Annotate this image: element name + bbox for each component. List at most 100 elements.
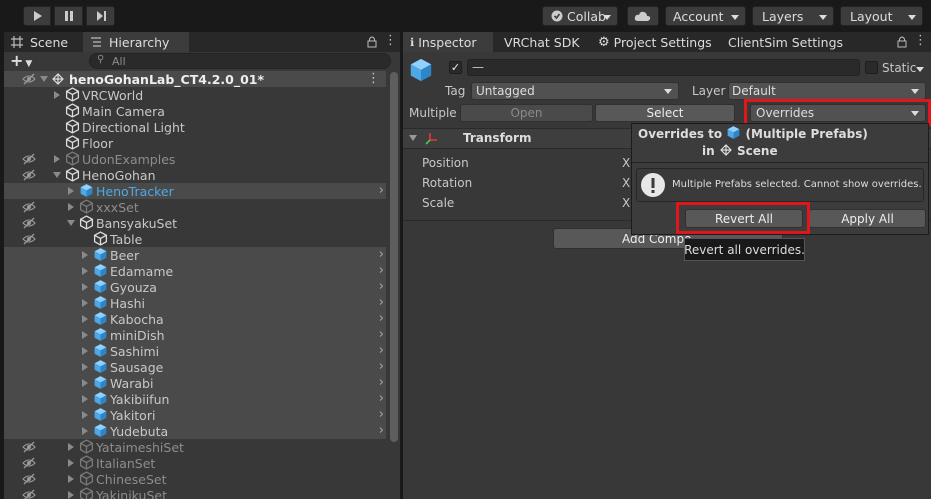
static-checkbox[interactable] [865, 61, 878, 74]
fold-closed-icon[interactable] [68, 187, 74, 195]
fold-closed-icon[interactable] [68, 475, 74, 483]
list-item[interactable]: Gyouza › [4, 279, 386, 295]
list-item[interactable]: Floor [4, 135, 386, 151]
fold-closed-icon[interactable] [68, 491, 74, 499]
lock-icon[interactable] [896, 35, 908, 48]
layers-dropdown[interactable]: Layers [752, 6, 834, 26]
eye-off-icon[interactable] [22, 152, 36, 166]
play-button[interactable] [23, 6, 51, 26]
panel-menu-icon[interactable]: ⋮ [384, 33, 397, 48]
tab-scene[interactable]: Scene [4, 32, 81, 52]
layer-dropdown[interactable]: Default [728, 82, 926, 100]
fold-closed-icon[interactable] [68, 459, 74, 467]
list-item[interactable]: Directional Light [4, 119, 386, 135]
list-item[interactable]: Kabocha › [4, 311, 386, 327]
list-item[interactable]: Yakibiifun › [4, 391, 386, 407]
tab-inspector[interactable]: ℹ Inspector [403, 32, 493, 52]
apply-all-button[interactable]: Apply All [809, 209, 926, 228]
list-item[interactable]: Main Camera [4, 103, 386, 119]
tab-hierarchy[interactable]: Hierarchy [83, 32, 189, 52]
list-item[interactable]: HenoTracker › [4, 183, 386, 199]
select-button[interactable]: Select [595, 104, 735, 122]
list-item[interactable]: Beer › [4, 247, 386, 263]
pause-button[interactable] [54, 6, 83, 26]
fold-closed-icon[interactable] [68, 203, 74, 211]
fold-open-icon[interactable] [53, 172, 61, 178]
list-item[interactable]: Table [4, 231, 386, 247]
open-button[interactable]: Open [460, 104, 593, 122]
list-item[interactable]: Sausage › [4, 359, 386, 375]
tab-vrchat-sdk[interactable]: VRChat SDK [504, 32, 580, 52]
account-dropdown[interactable]: Account [665, 6, 746, 26]
chevron-right-icon[interactable]: › [379, 344, 384, 357]
list-item[interactable]: VRCWorld [4, 87, 386, 103]
tab-clientsim-settings[interactable]: ClientSim Settings [728, 32, 843, 52]
list-item[interactable]: Hashi › [4, 295, 386, 311]
fold-closed-icon[interactable] [54, 155, 60, 163]
fold-closed-icon[interactable] [82, 347, 88, 355]
list-item[interactable]: miniDish › [4, 327, 386, 343]
eye-off-icon[interactable] [22, 72, 36, 86]
name-field[interactable]: — [467, 59, 860, 76]
list-item[interactable]: YataimeshiSet [4, 439, 386, 455]
add-button[interactable]: + ▼ [10, 51, 32, 70]
list-item[interactable]: Edamame › [4, 263, 386, 279]
collab-dropdown[interactable]: Collab [542, 6, 618, 26]
scrollbar-thumb[interactable] [390, 72, 398, 442]
chevron-right-icon[interactable]: › [379, 376, 384, 389]
chevron-right-icon[interactable]: › [379, 248, 384, 261]
fold-closed-icon[interactable] [82, 395, 88, 403]
chevron-right-icon[interactable]: › [379, 408, 384, 421]
list-item[interactable]: HenoGohan [4, 167, 386, 183]
list-item[interactable]: BansyakuSet [4, 215, 386, 231]
fold-closed-icon[interactable] [82, 283, 88, 291]
list-item[interactable]: ItalianSet [4, 455, 386, 471]
tab-project-settings[interactable]: ⚙ Project Settings [598, 32, 712, 52]
chevron-right-icon[interactable]: › [379, 184, 384, 197]
list-item[interactable]: Yakitori › [4, 407, 386, 423]
chevron-right-icon[interactable]: › [379, 296, 384, 309]
scene-root-row[interactable]: henoGohanLab_CT4.2.0_01* ⋮ [4, 71, 386, 87]
eye-off-icon[interactable] [22, 232, 36, 246]
active-checkbox[interactable]: ✓ [449, 61, 462, 74]
fold-closed-icon[interactable] [82, 251, 88, 259]
step-button[interactable] [86, 6, 115, 26]
chevron-right-icon[interactable]: › [379, 392, 384, 405]
fold-open-icon[interactable] [409, 135, 417, 141]
eye-off-icon[interactable] [22, 168, 36, 182]
search-input[interactable]: ⚲ All [89, 53, 391, 69]
list-item[interactable]: Yudebuta › [4, 423, 386, 439]
list-item[interactable]: xxxSet [4, 199, 386, 215]
fold-open-icon[interactable] [40, 76, 48, 82]
list-item[interactable]: ChineseSet [4, 471, 386, 487]
chevron-right-icon[interactable]: › [379, 280, 384, 293]
fold-closed-icon[interactable] [82, 427, 88, 435]
fold-closed-icon[interactable] [82, 267, 88, 275]
list-item[interactable]: UdonExamples [4, 151, 386, 167]
eye-off-icon[interactable] [22, 488, 36, 499]
cloud-button[interactable] [627, 6, 659, 26]
chevron-right-icon[interactable]: › [379, 360, 384, 373]
fold-closed-icon[interactable] [82, 315, 88, 323]
fold-closed-icon[interactable] [82, 411, 88, 419]
fold-closed-icon[interactable] [54, 91, 60, 99]
fold-closed-icon[interactable] [68, 443, 74, 451]
list-item[interactable]: YakinikuSet [4, 487, 386, 499]
eye-off-icon[interactable] [22, 216, 36, 230]
fold-open-icon[interactable] [67, 220, 75, 226]
list-item[interactable]: Warabi › [4, 375, 386, 391]
chevron-down-icon[interactable] [916, 67, 924, 72]
eye-off-icon[interactable] [22, 440, 36, 454]
chevron-right-icon[interactable]: › [379, 264, 384, 277]
chevron-right-icon[interactable]: › [379, 312, 384, 325]
panel-menu-icon[interactable]: ⋮ [914, 33, 927, 48]
eye-off-icon[interactable] [22, 472, 36, 486]
fold-closed-icon[interactable] [82, 379, 88, 387]
tag-dropdown[interactable]: Untagged [471, 82, 679, 100]
layout-dropdown[interactable]: Layout [840, 6, 923, 26]
chevron-right-icon[interactable]: › [379, 328, 384, 341]
scene-menu-icon[interactable]: ⋮ [367, 71, 380, 86]
lock-icon[interactable] [366, 35, 378, 48]
eye-off-icon[interactable] [22, 456, 36, 470]
fold-closed-icon[interactable] [82, 299, 88, 307]
